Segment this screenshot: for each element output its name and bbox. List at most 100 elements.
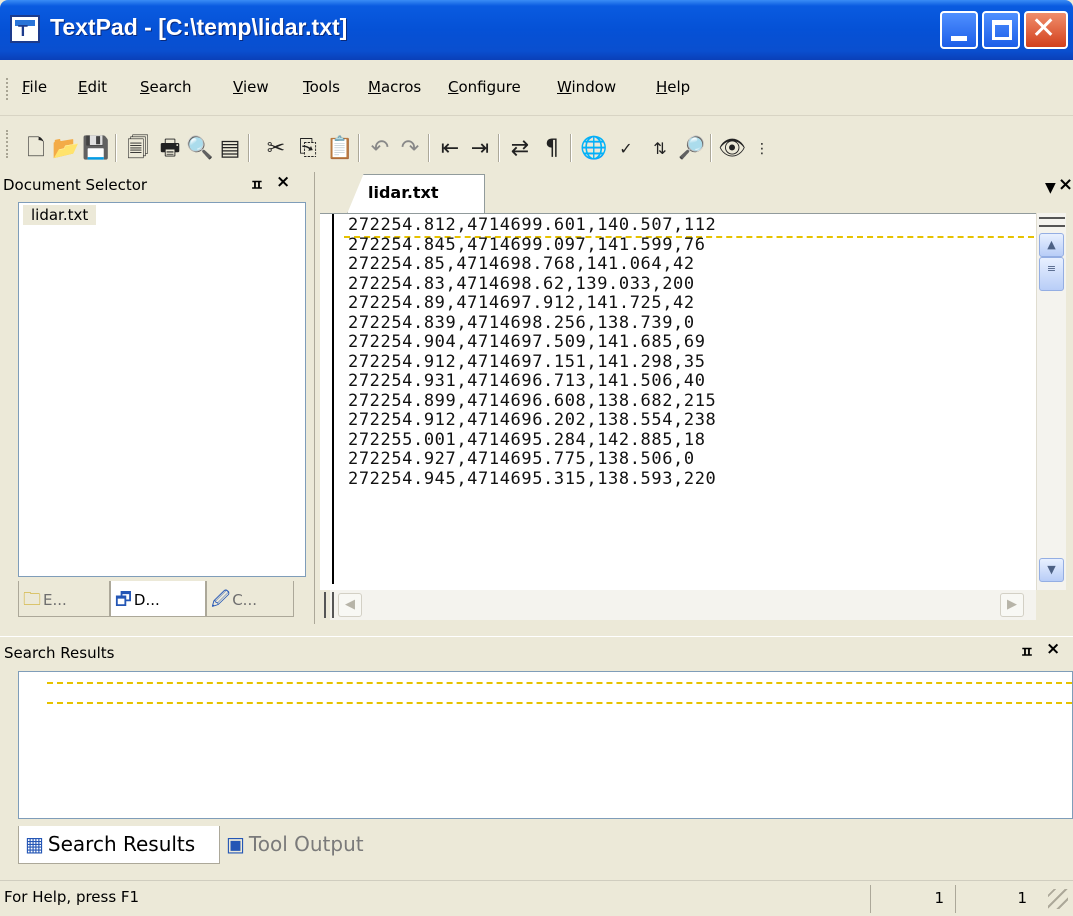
tab-documents[interactable]: 🗗 D...: [110, 581, 206, 617]
search-results-panel: Search Results ㅍ × ▦ Search Results ▣ Tool…: [0, 636, 1073, 876]
textpad-app-icon[interactable]: [10, 15, 40, 43]
web-browser-icon[interactable]: 🌐: [580, 136, 608, 162]
scroll-left-button[interactable]: ◀: [338, 593, 362, 617]
menu-window[interactable]: Window: [557, 78, 616, 96]
editor-line[interactable]: 272254.85,4714698.768,141.064,42: [348, 254, 716, 275]
editor-line[interactable]: 272254.904,4714697.509,141.685,69: [348, 332, 716, 353]
resize-grip[interactable]: [1048, 889, 1068, 909]
split-handle[interactable]: [324, 592, 334, 618]
chevron-down-icon[interactable]: ▼: [1045, 180, 1056, 196]
split-handle[interactable]: [1039, 217, 1065, 227]
toolbar-separator: [710, 134, 712, 162]
title-bar[interactable]: TextPad - [C:\temp\lidar.txt] ✕: [0, 0, 1073, 60]
tab-search-results[interactable]: ▦ Search Results: [18, 826, 220, 864]
word-wrap-icon[interactable]: ▤: [216, 136, 244, 162]
tab-search-results-label: Search Results: [47, 832, 196, 856]
show-paragraph-icon[interactable]: ¶: [538, 136, 566, 162]
menu-file[interactable]: File: [22, 78, 47, 96]
left-panel-tabs: 🗀 E... 🗗 D... 🖉 C...: [18, 581, 308, 621]
explorer-icon: 🗀: [23, 589, 41, 610]
editor-line[interactable]: 272254.89,4714697.912,141.725,42: [348, 293, 716, 314]
indent-icon[interactable]: ⇤: [436, 136, 464, 162]
document-list-item[interactable]: lidar.txt: [23, 205, 97, 225]
menu-edit[interactable]: Edit: [78, 78, 107, 96]
horizontal-scrollbar[interactable]: ◀ ▶: [324, 590, 1036, 620]
tab-tool-output[interactable]: ▣ Tool Output: [220, 826, 400, 864]
reformat-icon[interactable]: ⇄: [506, 136, 534, 162]
outdent-icon[interactable]: ⇥: [466, 136, 494, 162]
close-icon: ✕: [1031, 11, 1057, 46]
editor-line[interactable]: 272254.912,4714697.151,141.298,35: [348, 352, 716, 373]
close-icon[interactable]: ×: [276, 172, 290, 192]
new-file-icon[interactable]: 🗋: [22, 136, 50, 162]
editor-line[interactable]: 272255.001,4714695.284,142.885,18: [348, 430, 716, 451]
editor-line[interactable]: 272254.83,4714698.62,139.033,200: [348, 274, 716, 295]
editor-text[interactable]: 272254.812,4714699.601,140.507,112 272254…: [348, 215, 716, 490]
document-list[interactable]: lidar.txt: [18, 202, 306, 577]
menu-tools[interactable]: Tools: [303, 78, 340, 96]
clip-library-icon: 🖉: [211, 589, 231, 610]
close-icon[interactable]: ×: [1058, 174, 1073, 195]
menu-help[interactable]: Help: [656, 78, 690, 96]
editor-line[interactable]: 272254.927,4714695.775,138.506,0: [348, 449, 716, 470]
close-button[interactable]: ✕: [1024, 11, 1068, 49]
document-selector-title: Document Selector: [3, 176, 148, 194]
toolbar-separator: [498, 134, 500, 162]
search-results-list[interactable]: [18, 671, 1073, 819]
tab-clip-library[interactable]: 🖉 C...: [206, 581, 294, 617]
copy-icon[interactable]: ⎘: [294, 136, 322, 162]
save-all-icon[interactable]: 🗐: [124, 136, 152, 162]
print-preview-icon[interactable]: 🔍: [186, 136, 214, 162]
editor-tab-label: lidar.txt: [368, 183, 439, 202]
tab-explorer[interactable]: 🗀 E...: [18, 581, 110, 617]
toolbar-grip[interactable]: [6, 130, 9, 158]
menu-grip[interactable]: [6, 78, 9, 100]
status-column-number: 1: [955, 885, 1033, 913]
maximize-icon: [992, 20, 1012, 40]
current-line-marker: [47, 702, 1072, 704]
scroll-up-button[interactable]: ▲: [1039, 233, 1064, 257]
tool-output-icon: ▣: [226, 832, 245, 856]
tab-tool-output-label: Tool Output: [248, 832, 364, 856]
editor-gutter: [320, 214, 334, 584]
pin-icon[interactable]: ㅍ: [250, 174, 264, 195]
editor-line[interactable]: 272254.945,4714695.315,138.593,220: [348, 469, 716, 490]
sort-icon[interactable]: ⇅: [646, 136, 674, 162]
scroll-down-button[interactable]: ▼: [1039, 558, 1064, 582]
scroll-thumb[interactable]: ≡: [1039, 257, 1064, 291]
toolbar: 🗋 📂 💾 🗐 🖶 🔍 ▤ ✂ ⎘ 📋 ↶ ↷ ⇤ ⇥ ⇄ ¶ 🌐 ✓ ⇅ 🔎 …: [0, 116, 1073, 172]
scroll-right-button[interactable]: ▶: [1000, 593, 1024, 617]
editor-line[interactable]: 272254.839,4714698.256,138.739,0: [348, 313, 716, 334]
maximize-button[interactable]: [982, 11, 1020, 49]
spelling-icon[interactable]: ✓: [612, 136, 640, 162]
menu-view[interactable]: View: [233, 78, 269, 96]
tab-clip-library-label: C...: [232, 591, 257, 609]
menu-configure[interactable]: Configure: [448, 78, 521, 96]
editor-line[interactable]: 272254.812,4714699.601,140.507,112: [348, 215, 716, 236]
editor-line[interactable]: 272254.912,4714696.202,138.554,238: [348, 410, 716, 431]
toolbar-overflow-icon[interactable]: ⋮: [748, 136, 776, 162]
editor-line[interactable]: 272254.845,4714699.097,141.599,76: [348, 235, 716, 256]
pin-icon[interactable]: ㅍ: [1020, 641, 1034, 662]
paste-icon[interactable]: 📋: [326, 136, 354, 162]
cut-icon[interactable]: ✂: [262, 136, 290, 162]
vertical-scrollbar[interactable]: ▲ ≡ ▼: [1036, 213, 1066, 590]
view-icon[interactable]: 👁: [718, 136, 746, 162]
redo-icon[interactable]: ↷: [396, 136, 424, 162]
editor-line[interactable]: 272254.899,4714696.608,138.682,215: [348, 391, 716, 412]
print-icon[interactable]: 🖶: [156, 136, 184, 162]
text-editor[interactable]: 272254.812,4714699.601,140.507,112 272254…: [320, 213, 1036, 590]
search-results-header: Search Results ㅍ ×: [0, 636, 1073, 668]
toolbar-separator: [115, 134, 117, 162]
undo-icon[interactable]: ↶: [366, 136, 394, 162]
find-in-files-icon[interactable]: 🔎: [678, 136, 706, 162]
close-icon[interactable]: ×: [1046, 639, 1060, 659]
save-icon[interactable]: 💾: [82, 136, 110, 162]
minimize-button[interactable]: [940, 11, 978, 49]
tab-documents-label: D...: [133, 591, 160, 609]
bottom-panel-tabs: ▦ Search Results ▣ Tool Output: [18, 826, 518, 866]
menu-macros[interactable]: Macros: [368, 78, 421, 96]
editor-line[interactable]: 272254.931,4714696.713,141.506,40: [348, 371, 716, 392]
open-folder-icon[interactable]: 📂: [52, 136, 80, 162]
menu-search[interactable]: Search: [140, 78, 192, 96]
